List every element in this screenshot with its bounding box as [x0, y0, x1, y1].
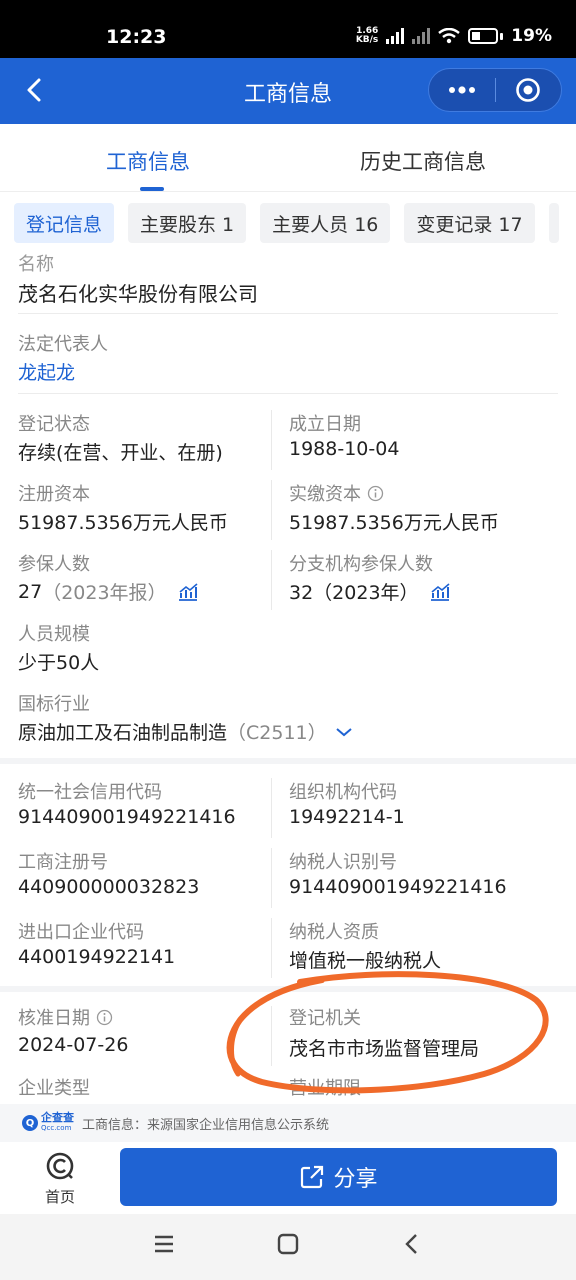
paid-capital: 51987.5356万元人民币 — [289, 512, 499, 534]
registration-info-panel: 名称 茂名石化实华股份有限公司 法定代表人 龙起龙 登记状态 存续(在营、开业、… — [0, 254, 576, 1104]
found-date: 1988-10-04 — [289, 438, 400, 460]
industry-value: 原油加工及石油制品制造 — [18, 722, 228, 744]
status-bar: 12:23 1.66 KB/s 19% — [0, 0, 576, 58]
business-term-label: 营业期限 — [289, 1078, 361, 1099]
credit-code-label: 统一社会信用代码 — [18, 782, 162, 803]
found-date-label: 成立日期 — [289, 414, 361, 435]
company-name: 茂名石化实华股份有限公司 — [18, 282, 258, 306]
import-export-label: 进出口企业代码 — [18, 922, 144, 943]
target-icon — [516, 78, 541, 102]
qcc-home-icon — [46, 1152, 74, 1180]
tab-business-info[interactable]: 工商信息 — [106, 146, 190, 176]
main-tabs: 工商信息 历史工商信息 — [0, 124, 576, 192]
insured-note: （2023年报） — [42, 582, 167, 604]
system-nav-bar — [0, 1214, 576, 1280]
branch-insured-group: 32（2023年） — [289, 578, 451, 605]
signal-icon — [386, 28, 405, 44]
trend-chart-icon[interactable] — [429, 582, 451, 602]
home-button[interactable]: 首页 — [30, 1148, 90, 1210]
reg-capital-label: 注册资本 — [18, 484, 90, 505]
reg-authority-label: 登记机关 — [289, 1008, 361, 1029]
data-source-text: 工商信息：来源国家企业信用信息公示系统 — [82, 1117, 330, 1133]
trend-chart-icon[interactable] — [177, 582, 199, 602]
home-square-icon[interactable] — [276, 1232, 300, 1256]
status-time: 12:23 — [106, 26, 167, 48]
reg-capital: 51987.5356万元人民币 — [18, 512, 228, 534]
reg-no-label: 工商注册号 — [18, 852, 108, 873]
chip-more[interactable] — [548, 203, 559, 243]
credit-code: 914409001949221416 — [18, 806, 236, 828]
chip-registration-info[interactable]: 登记信息 — [14, 203, 115, 243]
battery-level: 19% — [511, 26, 552, 46]
menu-icon[interactable] — [152, 1232, 176, 1256]
active-tab-indicator — [140, 187, 164, 191]
info-icon[interactable] — [367, 485, 384, 502]
reg-no: 440900000032823 — [18, 876, 200, 898]
reg-status-label: 登记状态 — [18, 414, 90, 435]
company-type-label: 企业类型 — [18, 1078, 90, 1099]
info-icon[interactable] — [96, 1009, 113, 1026]
home-label: 首页 — [44, 1188, 75, 1206]
org-code-label: 组织机构代码 — [289, 782, 397, 803]
mini-program-capsule — [428, 68, 562, 112]
legal-rep-link[interactable]: 龙起龙 — [18, 358, 75, 385]
chip-change-records[interactable]: 变更记录 17 — [404, 203, 535, 243]
legal-rep-label: 法定代表人 — [18, 334, 108, 355]
status-icons: 1.66 KB/s 19% — [356, 26, 552, 46]
qcc-logo-icon: Q — [22, 1115, 38, 1131]
more-button[interactable] — [429, 68, 495, 112]
staff-size: 少于50人 — [18, 652, 100, 674]
wifi-icon — [438, 28, 461, 44]
industry-group[interactable]: 原油加工及石油制品制造 （C2511） — [18, 718, 355, 745]
reg-authority: 茂名市市场监督管理局 — [289, 1038, 480, 1060]
approve-date: 2024-07-26 — [18, 1034, 129, 1056]
network-speed: 1.66 KB/s — [355, 26, 379, 45]
industry-label: 国标行业 — [18, 694, 90, 715]
industry-code: （C2511） — [227, 722, 327, 744]
share-label: 分享 — [333, 1167, 378, 1192]
back-icon[interactable] — [400, 1232, 424, 1256]
taxpayer-id: 914409001949221416 — [289, 876, 507, 898]
taxpayer-qual: 增值税一般纳税人 — [289, 950, 442, 972]
chip-shareholders[interactable]: 主要股东 1 — [128, 203, 247, 243]
qcc-logo: Q 企查查 Qcc.com — [22, 1112, 74, 1133]
insured-label: 参保人数 — [18, 554, 90, 575]
taxpayer-qual-label: 纳税人资质 — [289, 922, 379, 943]
bottom-action-bar: 首页 分享 — [0, 1142, 576, 1214]
section-chips: 登记信息 主要股东 1 主要人员 16 变更记录 17 — [14, 203, 559, 243]
chip-key-personnel[interactable]: 主要人员 16 — [260, 203, 391, 243]
import-export-code: 4400194922141 — [18, 946, 176, 968]
tab-history-business-info[interactable]: 历史工商信息 — [360, 146, 486, 176]
paid-capital-label-group: 实缴资本 — [289, 480, 384, 506]
signal-2-icon — [412, 28, 431, 44]
paid-capital-label: 实缴资本 — [289, 484, 361, 505]
org-code: 19492214-1 — [289, 806, 405, 828]
staff-size-label: 人员规模 — [18, 624, 90, 645]
name-label: 名称 — [18, 254, 54, 275]
more-dots-icon — [448, 86, 475, 94]
close-miniprogram-button[interactable] — [496, 68, 562, 112]
branch-insured-value: 32（2023年） — [289, 582, 419, 604]
chevron-down-icon[interactable] — [333, 725, 355, 739]
share-icon — [301, 1165, 324, 1189]
insured-group: 27 （2023年报） — [18, 578, 199, 605]
data-source-bar: Q 企查查 Qcc.com 工商信息：来源国家企业信用信息公示系统 — [0, 1104, 576, 1142]
share-button[interactable]: 分享 — [120, 1148, 557, 1206]
branch-insured-label: 分支机构参保人数 — [289, 554, 433, 575]
approve-date-label: 核准日期 — [18, 1008, 90, 1029]
reg-status: 存续(在营、开业、在册) — [18, 442, 223, 464]
app-header: 工商信息 — [0, 58, 576, 124]
battery-icon — [468, 28, 499, 44]
insured-value: 27 — [18, 580, 43, 603]
taxpayer-id-label: 纳税人识别号 — [289, 852, 397, 873]
approve-date-label-group: 核准日期 — [18, 1004, 113, 1030]
